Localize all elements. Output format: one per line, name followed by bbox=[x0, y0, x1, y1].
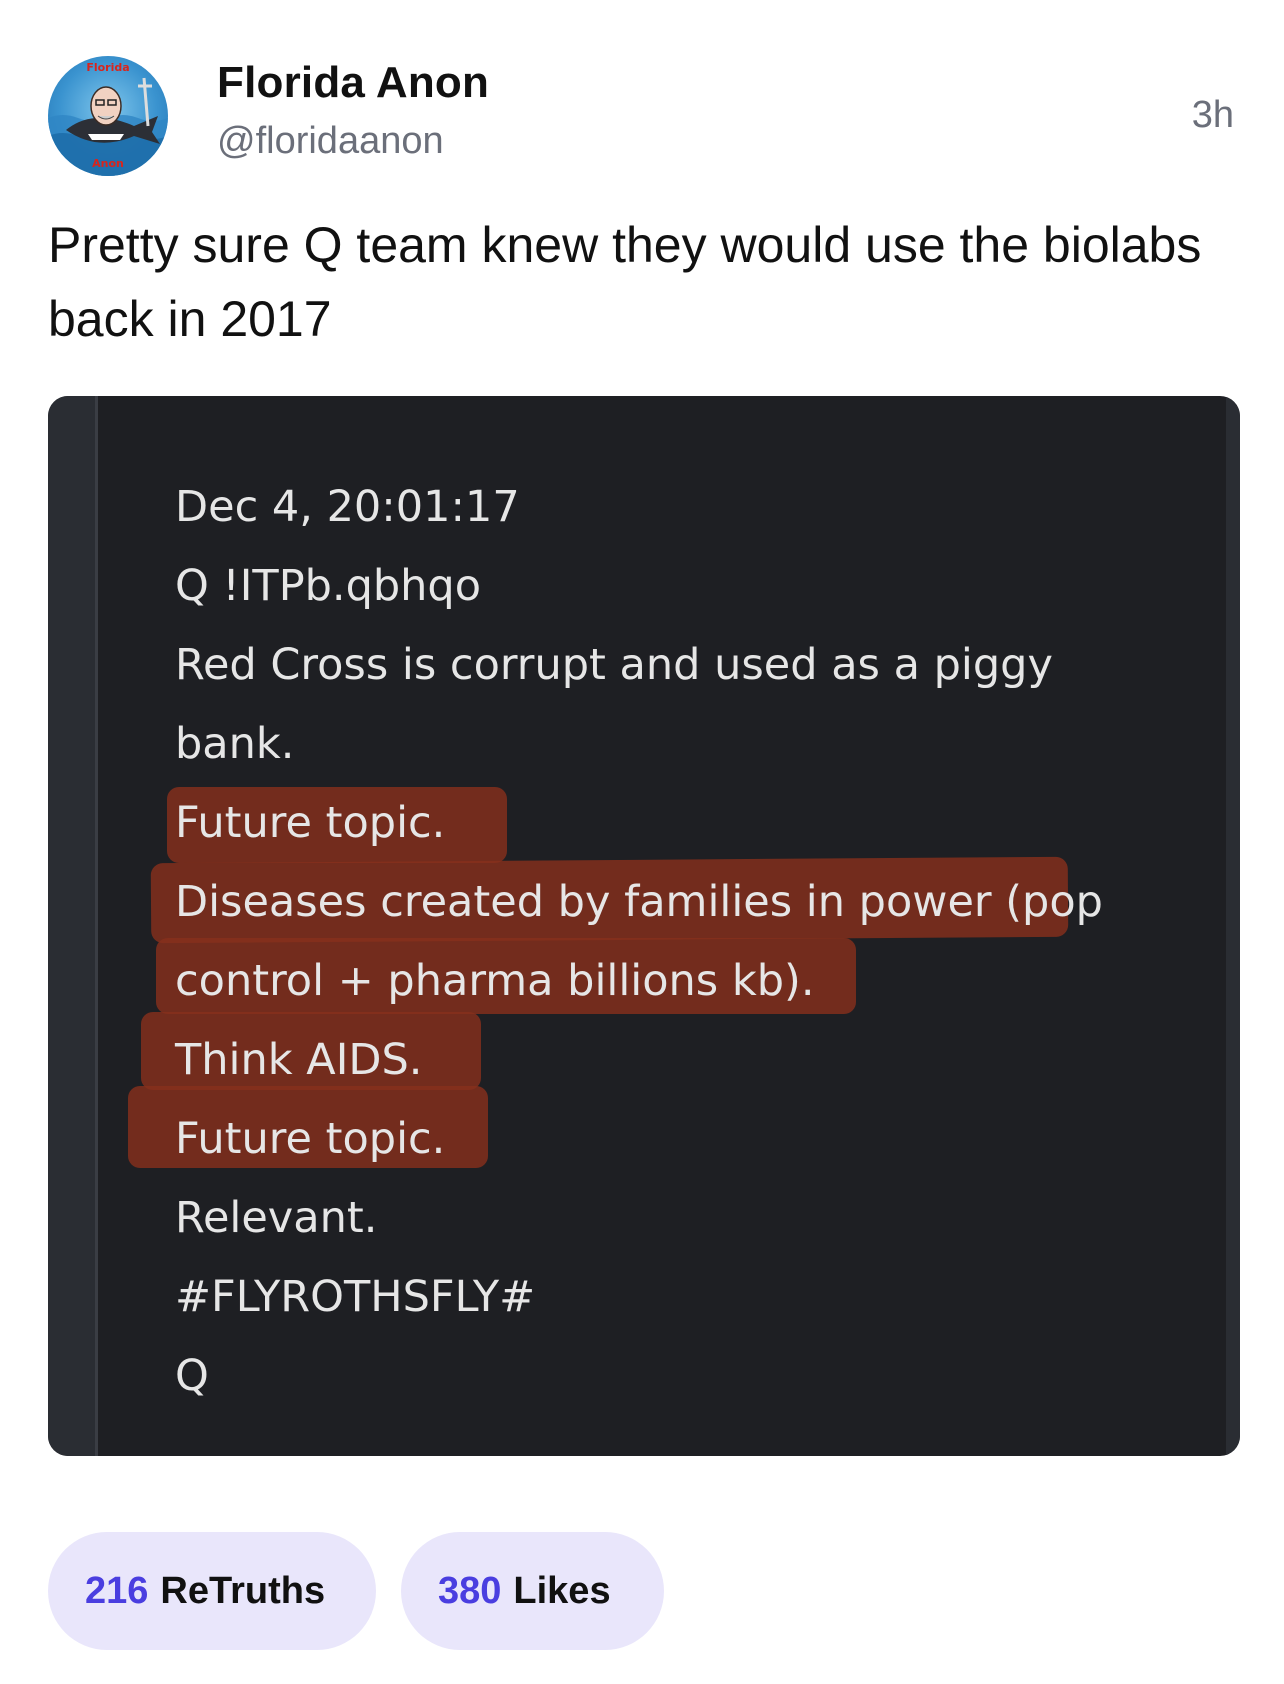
florida-anon-avatar-icon: Florida Anon bbox=[48, 61, 168, 176]
likes-button[interactable]: 380 Likes bbox=[401, 1532, 664, 1650]
q-post-text: Dec 4, 20:01:17 Q !ITPb.qbhqo Red Cross … bbox=[175, 468, 1103, 1416]
post-actions: 216 ReTruths 380 Likes bbox=[48, 1532, 664, 1650]
q-post-line: Future topic. bbox=[175, 1114, 446, 1164]
q-post-line: Relevant. bbox=[175, 1193, 378, 1243]
svg-text:Anon: Anon bbox=[92, 157, 124, 170]
media-attachment[interactable]: Dec 4, 20:01:17 Q !ITPb.qbhqo Red Cross … bbox=[48, 396, 1240, 1456]
avatar[interactable]: Florida Anon bbox=[48, 56, 168, 176]
q-post-line: Dec 4, 20:01:17 bbox=[175, 482, 520, 532]
post-text: Pretty sure Q team knew they would use t… bbox=[48, 217, 1202, 347]
q-post-line: Q !ITPb.qbhqo bbox=[175, 561, 482, 611]
q-post-line: Q bbox=[175, 1351, 209, 1401]
q-post-line: Red Cross is corrupt and used as a piggy bbox=[175, 640, 1053, 690]
retruths-count: 216 bbox=[85, 1569, 149, 1612]
user-handle[interactable]: @floridaanon bbox=[217, 120, 444, 163]
q-post-line: #FLYROTHSFLY# bbox=[175, 1272, 536, 1322]
likes-label: Likes bbox=[513, 1569, 611, 1612]
q-post-line: Think AIDS. bbox=[175, 1035, 423, 1085]
retruths-button[interactable]: 216 ReTruths bbox=[48, 1532, 376, 1650]
likes-count: 380 bbox=[438, 1569, 502, 1612]
media-left-bar bbox=[48, 396, 98, 1456]
q-post-line: control + pharma billions kb). bbox=[175, 956, 815, 1006]
svg-text:Florida: Florida bbox=[86, 61, 129, 74]
retruths-label: ReTruths bbox=[160, 1569, 326, 1612]
q-post-line: bank. bbox=[175, 719, 295, 769]
q-post-line: Future topic. bbox=[175, 798, 446, 848]
q-post-line: Diseases created by families in power (p… bbox=[175, 877, 1103, 927]
truth-post: Florida Anon Florida Anon @floridaanon 3… bbox=[0, 0, 1284, 1684]
display-name[interactable]: Florida Anon bbox=[217, 58, 489, 108]
post-timestamp[interactable]: 3h bbox=[1192, 94, 1234, 137]
media-right-bar bbox=[1226, 396, 1240, 1456]
